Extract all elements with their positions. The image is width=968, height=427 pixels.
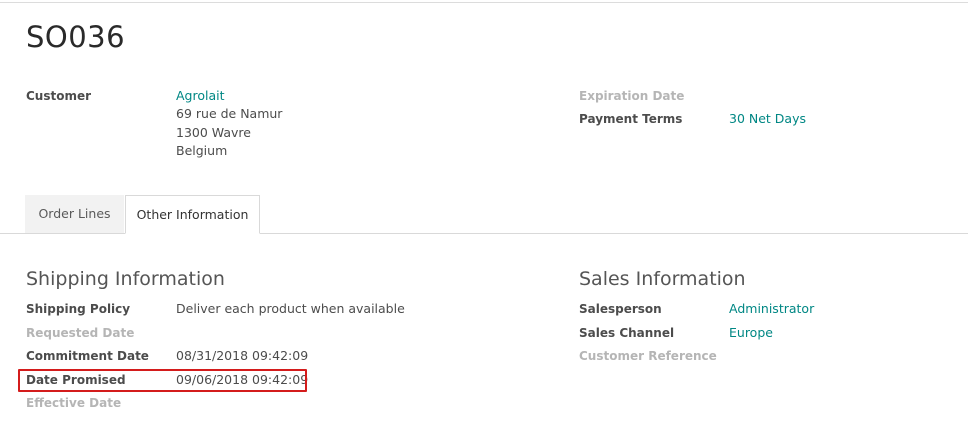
commitment-date-label: Commitment Date: [26, 349, 149, 363]
shipping-policy-value: Deliver each product when available: [176, 301, 405, 316]
salesperson-link[interactable]: Administrator: [729, 301, 814, 316]
requested-date-label: Requested Date: [26, 326, 135, 340]
shipping-section-title: Shipping Information: [26, 268, 225, 290]
payment-terms-label: Payment Terms: [579, 112, 683, 126]
shipping-policy-label: Shipping Policy: [26, 302, 131, 316]
customer-link[interactable]: Agrolait: [176, 88, 225, 103]
commitment-date-value: 08/31/2018 09:42:09: [176, 348, 309, 363]
customer-label: Customer: [26, 89, 92, 103]
tab-other-information[interactable]: Other Information: [125, 195, 260, 234]
date-promised-highlight-box: [18, 369, 307, 392]
effective-date-label: Effective Date: [26, 396, 122, 410]
top-divider: [0, 2, 968, 3]
customer-address-line-1: 69 rue de Namur: [176, 106, 283, 121]
customer-reference-label: Customer Reference: [579, 349, 717, 363]
payment-terms-link[interactable]: 30 Net Days: [729, 111, 806, 126]
customer-address-line-2: 1300 Wavre: [176, 125, 251, 140]
record-title: SO036: [26, 20, 126, 54]
customer-address-line-3: Belgium: [176, 143, 228, 158]
sales-channel-label: Sales Channel: [579, 326, 675, 340]
salesperson-label: Salesperson: [579, 302, 662, 316]
sales-channel-link[interactable]: Europe: [729, 325, 773, 340]
tab-order-lines[interactable]: Order Lines: [25, 195, 124, 233]
expiration-date-label: Expiration Date: [579, 89, 685, 103]
sales-section-title: Sales Information: [579, 268, 746, 290]
